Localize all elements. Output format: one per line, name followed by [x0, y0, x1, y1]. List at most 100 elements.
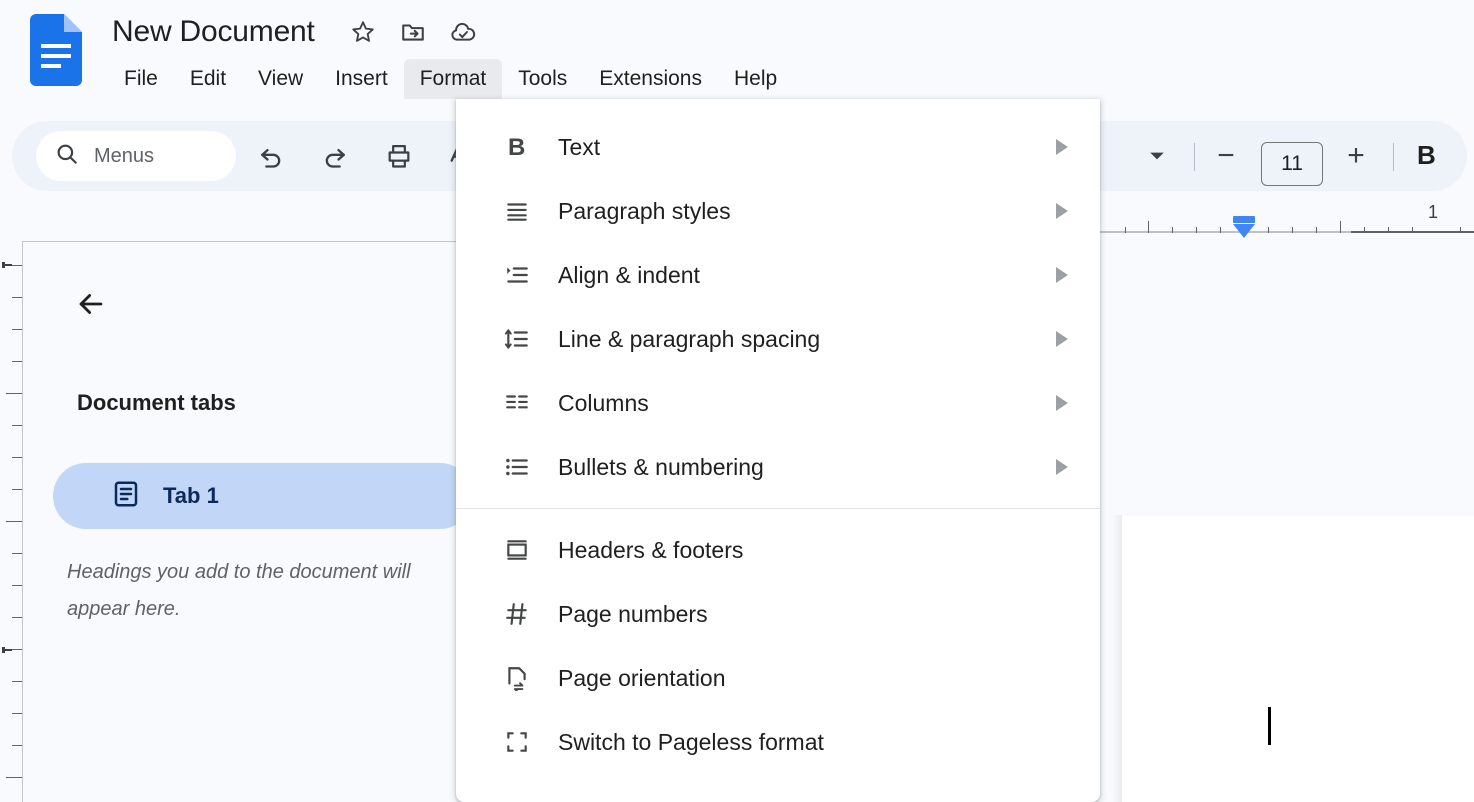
google-docs-window: New Document: [0, 0, 1474, 802]
sidebar-title: Document tabs: [77, 390, 236, 416]
document-tabs-sidebar: Document tabs Tab 1 Headings you add to …: [22, 241, 460, 802]
title-row: New Document: [112, 12, 483, 52]
paragraph-styles-icon: [500, 194, 534, 228]
ruler-number: 1: [1428, 202, 1438, 223]
line-spacing-icon: [500, 322, 534, 356]
menu-item-align-indent[interactable]: Align & indent: [456, 243, 1100, 307]
vruler-tick: [12, 489, 22, 490]
vruler-tick: [12, 457, 22, 458]
bold-button[interactable]: B: [1417, 140, 1436, 171]
vruler-tick: [12, 553, 22, 554]
vruler-tick: [12, 297, 22, 298]
menu-tools[interactable]: Tools: [502, 59, 583, 99]
ruler-tick: [1148, 221, 1149, 233]
submenu-arrow-icon: [1056, 203, 1068, 219]
menu-insert[interactable]: Insert: [319, 59, 404, 99]
vruler-tick: [6, 521, 22, 522]
back-arrow-icon[interactable]: [67, 280, 115, 328]
decrease-font-size-button[interactable]: −: [1205, 135, 1247, 177]
cloud-saved-icon[interactable]: [443, 12, 483, 52]
search-placeholder: Menus: [94, 145, 154, 168]
sidebar-tab-label: Tab 1: [163, 483, 219, 509]
menu-item-line-paragraph-spacing[interactable]: Line & paragraph spacing: [456, 307, 1100, 371]
format-dropdown-menu[interactable]: B Text Paragraph styles Align &: [456, 99, 1100, 802]
vruler-tick: [12, 681, 22, 682]
menu-item-label: Page orientation: [558, 665, 726, 692]
vertical-ruler[interactable]: [0, 241, 22, 802]
page-title[interactable]: New Document: [112, 15, 315, 49]
headers-footers-icon: [500, 533, 534, 567]
menu-edit[interactable]: Edit: [174, 59, 242, 99]
menu-extensions[interactable]: Extensions: [583, 59, 718, 99]
text-cursor: [1268, 707, 1271, 745]
menu-item-text[interactable]: B Text: [456, 115, 1100, 179]
menu-item-label: Bullets & numbering: [558, 454, 764, 481]
chevron-down-icon[interactable]: [1136, 135, 1178, 177]
menu-item-label: Headers & footers: [558, 537, 743, 564]
ruler-tick: [1412, 227, 1413, 233]
ruler-tick: [1460, 227, 1461, 233]
ruler-tick: [1125, 227, 1126, 233]
menu-item-label: Align & indent: [558, 262, 700, 289]
google-docs-logo[interactable]: [30, 14, 82, 86]
menu-file[interactable]: File: [108, 59, 174, 99]
submenu-arrow-icon: [1056, 459, 1068, 475]
pageless-format-icon: [500, 725, 534, 759]
menu-item-columns[interactable]: Columns: [456, 371, 1100, 435]
vruler-tick: [12, 265, 22, 266]
menu-item-switch-pageless[interactable]: Switch to Pageless format: [456, 710, 1100, 774]
columns-icon: [500, 386, 534, 420]
ruler-tick: [1196, 227, 1197, 233]
font-size-input[interactable]: 11: [1261, 142, 1323, 186]
vruler-tick: [12, 425, 22, 426]
left-indent-bar[interactable]: [1233, 216, 1255, 223]
menu-item-paragraph-styles[interactable]: Paragraph styles: [456, 179, 1100, 243]
menu-bar: File Edit View Insert Format Tools Exten…: [108, 59, 793, 99]
menu-item-label: Page numbers: [558, 601, 708, 628]
document-page[interactable]: [1122, 516, 1474, 802]
ruler-tick: [1268, 227, 1269, 233]
left-indent-marker[interactable]: [1233, 224, 1255, 238]
bold-b-icon: B: [500, 130, 534, 164]
sidebar-item-tab-1[interactable]: Tab 1: [53, 463, 473, 529]
star-icon[interactable]: [343, 12, 383, 52]
bottom-margin-marker[interactable]: [2, 647, 12, 653]
submenu-arrow-icon: [1056, 331, 1068, 347]
move-to-folder-icon[interactable]: [393, 12, 433, 52]
toolbar-divider: [1194, 143, 1195, 171]
increase-font-size-button[interactable]: +: [1335, 135, 1377, 177]
menu-item-page-orientation[interactable]: Page orientation: [456, 646, 1100, 710]
vruler-tick: [6, 393, 22, 394]
align-indent-icon: [500, 258, 534, 292]
toolbar-divider-2: [1393, 143, 1394, 171]
page-shadow: [1112, 515, 1122, 802]
undo-icon[interactable]: [250, 135, 292, 177]
menu-item-bullets-numbering[interactable]: Bullets & numbering: [456, 435, 1100, 499]
submenu-arrow-icon: [1056, 139, 1068, 155]
menu-format[interactable]: Format: [404, 59, 503, 99]
menu-help[interactable]: Help: [718, 59, 793, 99]
menu-item-label: Line & paragraph spacing: [558, 326, 820, 353]
menu-item-headers-footers[interactable]: Headers & footers: [456, 518, 1100, 582]
ruler-tick: [1340, 221, 1341, 233]
submenu-arrow-icon: [1056, 267, 1068, 283]
vruler-tick: [6, 777, 22, 778]
vruler-tick: [12, 713, 22, 714]
menu-item-page-numbers[interactable]: Page numbers: [456, 582, 1100, 646]
menu-item-label: Paragraph styles: [558, 198, 731, 225]
vruler-tick: [12, 585, 22, 586]
redo-icon[interactable]: [314, 135, 356, 177]
page-numbers-icon: [500, 597, 534, 631]
page-orientation-icon: [500, 661, 534, 695]
bullets-numbering-icon: [500, 450, 534, 484]
search-input[interactable]: Menus: [36, 131, 236, 181]
ruler-margin-left: [1098, 231, 1351, 233]
print-icon[interactable]: [378, 135, 420, 177]
menu-item-label: Text: [558, 134, 600, 161]
menu-view[interactable]: View: [242, 59, 319, 99]
svg-text:B: B: [508, 134, 525, 160]
vruler-tick: [12, 361, 22, 362]
top-margin-marker[interactable]: [2, 262, 12, 268]
ruler-tick: [1172, 227, 1173, 233]
ruler-tick: [1388, 227, 1389, 233]
